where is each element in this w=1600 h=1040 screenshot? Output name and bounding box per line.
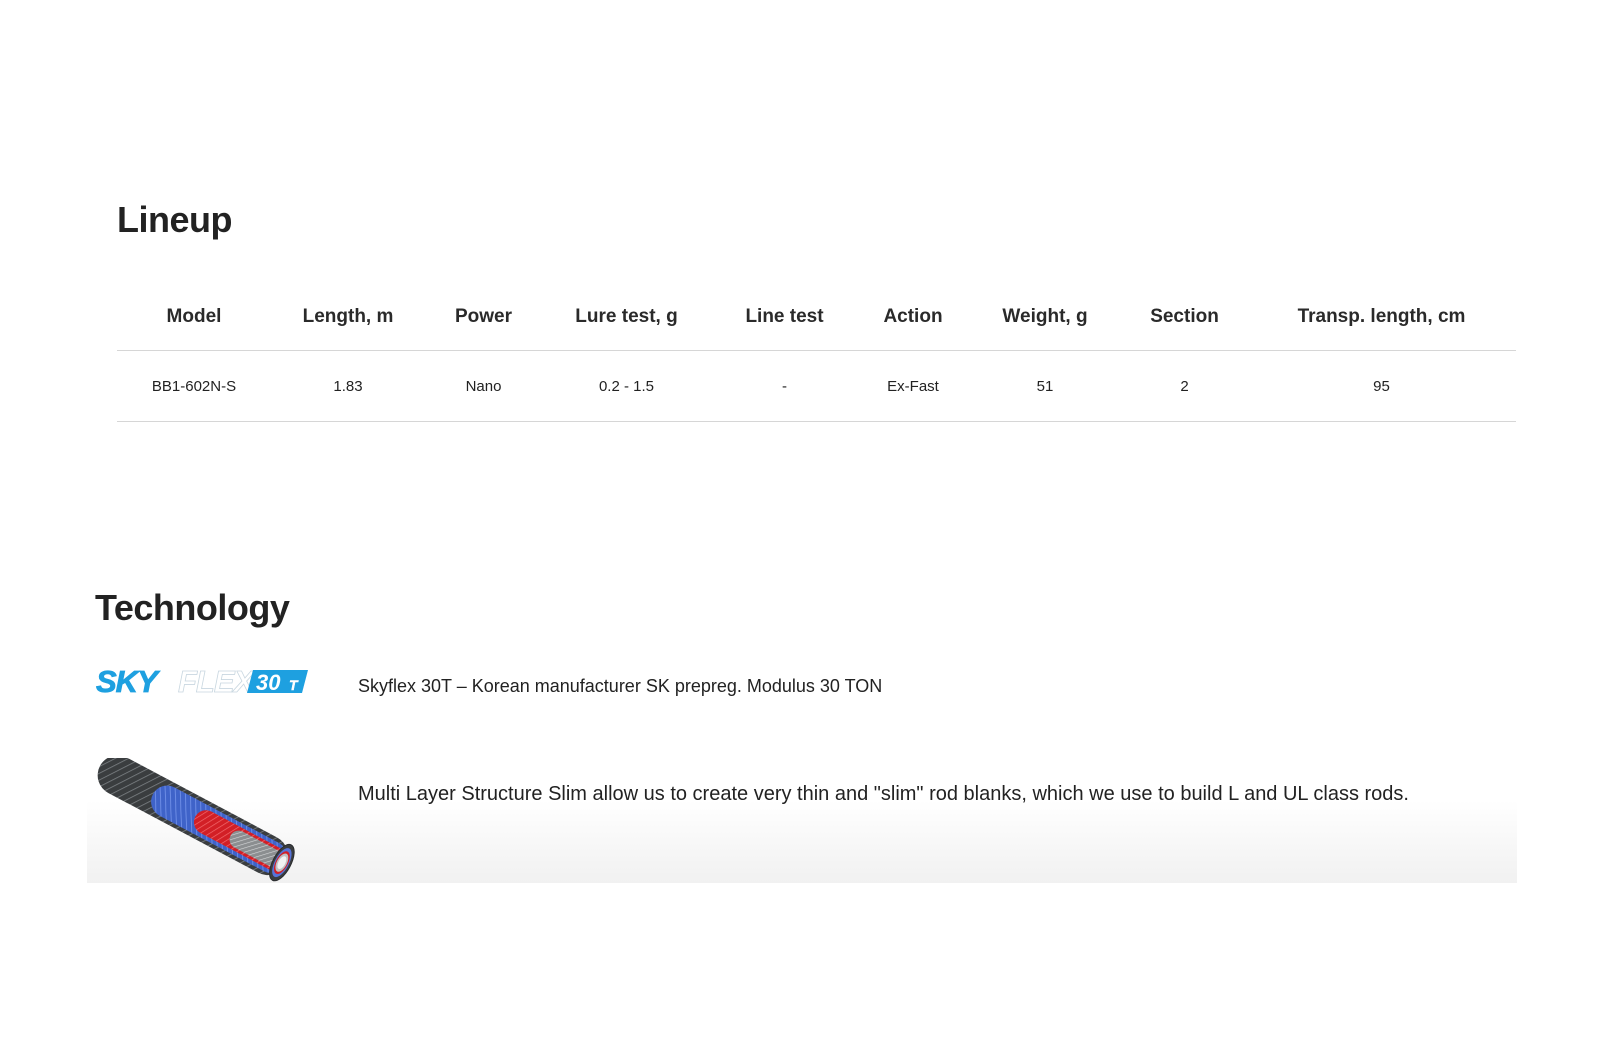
technology-heading: Technology xyxy=(95,587,290,628)
svg-text:SKY: SKY xyxy=(96,664,161,698)
cell-power: Nano xyxy=(425,350,542,422)
column-header-transport-length: Transp. length, cm xyxy=(1247,284,1516,351)
lineup-header-row: Model Length, m Power Lure test, g Line … xyxy=(117,284,1516,351)
cell-length: 1.83 xyxy=(271,350,425,422)
column-header-line-test: Line test xyxy=(711,284,858,351)
column-header-model: Model xyxy=(117,284,271,351)
cell-model: BB1-602N-S xyxy=(117,350,271,422)
column-header-weight: Weight, g xyxy=(968,284,1122,351)
lineup-table: Model Length, m Power Lure test, g Line … xyxy=(117,284,1516,422)
column-header-length: Length, m xyxy=(271,284,425,351)
skyflex-logo: SKY FLEX 30 T T xyxy=(96,664,308,698)
svg-text:30: 30 xyxy=(256,670,281,695)
multi-layer-description: Multi Layer Structure Slim allow us to c… xyxy=(358,783,1409,805)
column-header-lure-test: Lure test, g xyxy=(542,284,711,351)
cell-action: Ex-Fast xyxy=(858,350,968,422)
column-header-power: Power xyxy=(425,284,542,351)
cell-section: 2 xyxy=(1122,350,1247,422)
page: Lineup Model Length, m Power Lure test, … xyxy=(0,0,1600,1040)
rod-blank-cross-section-image xyxy=(97,758,295,882)
column-header-action: Action xyxy=(858,284,968,351)
cell-lure-test: 0.2 - 1.5 xyxy=(542,350,711,422)
cell-transport-length: 95 xyxy=(1247,350,1516,422)
skyflex-description: Skyflex 30T – Korean manufacturer SK pre… xyxy=(358,676,883,696)
cell-line-test: - xyxy=(711,350,858,422)
technology-list: SKY FLEX 30 T T Skyflex 30T – Korean man… xyxy=(87,650,1517,883)
column-header-section: Section xyxy=(1122,284,1247,351)
table-row: BB1-602N-S 1.83 Nano 0.2 - 1.5 - Ex-Fast… xyxy=(117,350,1516,422)
svg-text:FLEX: FLEX xyxy=(178,664,257,698)
svg-text:T: T xyxy=(289,677,299,693)
cell-weight: 51 xyxy=(968,350,1122,422)
lineup-heading: Lineup xyxy=(117,199,232,240)
